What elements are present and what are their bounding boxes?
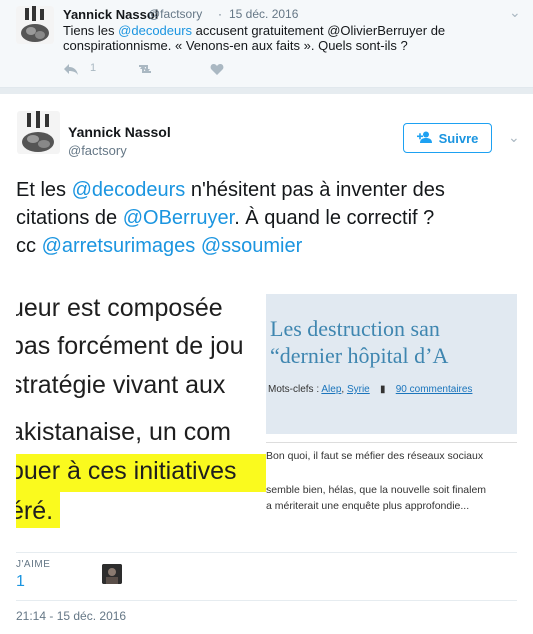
likes-count[interactable]: 1 <box>16 573 25 591</box>
parent-author-name[interactable]: Yannick Nassol <box>63 7 158 22</box>
retweet-icon[interactable] <box>136 63 154 78</box>
tweet-timestamp[interactable]: 21:14 - 15 déc. 2016 <box>16 609 126 623</box>
parent-tweet[interactable]: Yannick Nassol @factsory · 15 déc. 2016 … <box>0 0 533 88</box>
main-author-handle[interactable]: @factsory <box>68 143 127 158</box>
parent-date[interactable]: 15 déc. 2016 <box>229 7 298 21</box>
main-avatar[interactable] <box>17 111 60 154</box>
likes-label: J'AIME <box>16 559 51 570</box>
mention-oberruyer[interactable]: @OBerruyer <box>123 207 234 229</box>
parent-chevron-down-icon[interactable]: ⌄ <box>509 4 521 21</box>
tag-alep: Alep <box>321 384 342 395</box>
liker-avatar[interactable] <box>102 564 122 584</box>
tags-label: Mots-clefs : <box>268 384 322 395</box>
media-left-excerpt: ueur est composée bas forcément de jou s… <box>16 294 266 546</box>
follow-button[interactable]: Suivre <box>403 123 492 153</box>
mention-decodeurs[interactable]: @decodeurs <box>72 179 186 201</box>
article-divider <box>266 442 517 443</box>
excerpt-line-highlighted: ouer à ces initiatives <box>16 457 237 485</box>
mention-olivierberruyer[interactable]: @OlivierBerruyer <box>327 23 427 38</box>
main-tweet-text: Et les @decodeurs n'hésitent pas à inven… <box>16 176 516 260</box>
parent-author-handle[interactable]: @factsory <box>148 7 202 21</box>
heart-icon[interactable] <box>210 63 224 79</box>
reply-icon[interactable] <box>63 62 79 79</box>
parent-tweet-text: Tiens les @decodeurs accusent gratuiteme… <box>63 23 503 53</box>
excerpt-line: stratégie vivant aux <box>16 371 226 399</box>
mention-arretsurimages[interactable]: @arretsurimages <box>42 235 196 257</box>
excerpt-line: bas forcément de jou <box>16 332 244 360</box>
article-body-line: semble bien, hélas, que la nouvelle soit… <box>266 484 487 496</box>
parent-avatar[interactable] <box>16 6 54 44</box>
excerpt-line-highlighted: éré. <box>16 497 54 525</box>
excerpt-line: akistanaise, un com <box>16 418 231 446</box>
text-part: cc <box>16 235 42 257</box>
article-body-line: a mériterait une enquête plus approfondi… <box>266 500 470 512</box>
tweet-media-image[interactable]: ueur est composée bas forcément de jou s… <box>16 294 517 546</box>
add-user-icon <box>416 131 433 146</box>
main-chevron-down-icon[interactable]: ⌄ <box>508 129 520 146</box>
divider <box>16 552 517 553</box>
parent-text-part: Tiens les <box>63 23 119 38</box>
divider <box>16 600 517 601</box>
article-title-line: “dernier hôpital d’A <box>270 343 449 368</box>
article-body-line: Bon quoi, il faut se méfier des réseaux … <box>266 450 484 462</box>
mention-decodeurs[interactable]: @decodeurs <box>118 23 192 38</box>
parent-separator: · <box>218 7 222 21</box>
comments-link: 90 commentaires <box>395 384 473 395</box>
main-tweet: Yannick Nassol @factsory Suivre ⌄ Et les… <box>0 94 533 634</box>
media-right-article: Les destruction san “dernier hôpital d’A… <box>266 294 517 546</box>
excerpt-line: ueur est composée <box>16 294 223 322</box>
article-tags: Mots-clefs : Alep, Syrie ▮ 90 commentaires <box>268 384 472 395</box>
mention-ssoumier[interactable]: @ssoumier <box>201 235 302 257</box>
comment-icon: ▮ <box>379 384 386 395</box>
main-author-name[interactable]: Yannick Nassol <box>68 124 171 140</box>
follow-label: Suivre <box>438 130 479 146</box>
reply-count[interactable]: 1 <box>90 62 96 74</box>
article-title-line: Les destruction san <box>270 316 440 341</box>
tag-syrie: Syrie <box>346 384 370 395</box>
text-part: Et les <box>16 179 72 201</box>
parent-text-part: accusent gratuitement <box>192 23 328 38</box>
text-part: . À quand le correctif ? <box>234 207 435 229</box>
